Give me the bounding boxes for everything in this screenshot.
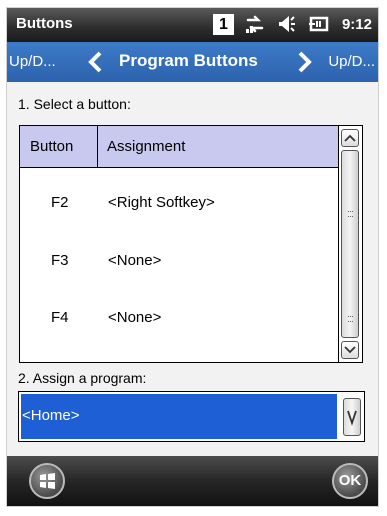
button-key: F4 (51, 309, 69, 326)
header-divider (97, 126, 98, 167)
grip-icon (348, 316, 353, 322)
softkey-bar: OK (7, 456, 378, 506)
device-screen: Buttons 1 9:12 Up/D... Program Buttons U… (7, 8, 378, 506)
button-list[interactable]: Button Assignment F2 <Right Softkey> F3 … (19, 125, 363, 363)
list-item[interactable]: F3 <None> (20, 236, 338, 288)
nav-next-label[interactable]: Up/D... (328, 53, 375, 70)
button-key: F2 (51, 194, 69, 211)
chevron-down-icon (344, 346, 356, 354)
button-assignment: <Right Softkey> (108, 194, 215, 211)
grip-icon (348, 211, 353, 217)
chevron-up-icon (344, 134, 356, 142)
windows-logo-icon (40, 473, 55, 489)
button-key: F3 (51, 252, 69, 269)
chevron-right-icon[interactable] (295, 51, 313, 73)
program-select-value-field[interactable]: <Home> (21, 394, 337, 439)
speaker-icon (278, 16, 295, 32)
column-header-button[interactable]: Button (30, 138, 73, 155)
list-scrollbar[interactable] (338, 126, 362, 362)
scroll-up-button[interactable] (341, 129, 359, 147)
indicator-badge: 1 (212, 13, 234, 35)
list-header: Button Assignment (20, 126, 338, 168)
page-title: Program Buttons (119, 51, 258, 70)
status-icons: 1 9:12 (212, 13, 372, 35)
app-title: Buttons (16, 15, 73, 32)
nav-prev-label[interactable]: Up/D... (9, 53, 56, 70)
scroll-down-button[interactable] (341, 341, 359, 359)
network-arrows-icon (245, 15, 264, 33)
select-button-label: 1. Select a button: (18, 96, 131, 112)
button-assignment: <None> (108, 252, 162, 269)
program-select[interactable]: <Home> (18, 391, 365, 442)
program-select-value: <Home> (22, 407, 80, 424)
scroll-thumb[interactable] (341, 150, 359, 338)
clock: 9:12 (341, 15, 372, 33)
button-assignment: <None> (108, 309, 162, 326)
chevron-left-icon[interactable] (87, 51, 105, 73)
list-item[interactable]: F4 <None> (20, 293, 338, 345)
list-item[interactable]: F2 <Right Softkey> (20, 178, 338, 230)
navigation-bar: Up/D... Program Buttons Up/D... (7, 42, 378, 82)
status-bar: Buttons 1 9:12 (7, 8, 378, 42)
column-header-assignment[interactable]: Assignment (107, 138, 185, 155)
dropdown-arrow-icon (347, 410, 357, 426)
dropdown-toggle-button[interactable] (343, 398, 361, 436)
ok-button[interactable]: OK (332, 463, 368, 499)
battery-icon (308, 16, 329, 32)
assign-program-label: 2. Assign a program: (18, 370, 147, 386)
start-button[interactable] (29, 463, 65, 499)
